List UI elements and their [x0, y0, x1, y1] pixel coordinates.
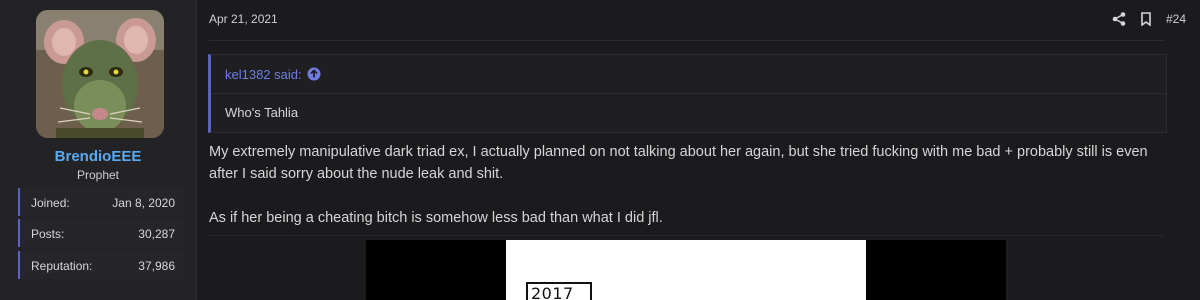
quote-header: kel1382 said: [211, 55, 1166, 94]
post-actions: #24 [1112, 10, 1186, 28]
stat-label: Posts: [31, 227, 65, 241]
post-paragraph: As if her being a cheating bitch is some… [209, 210, 663, 226]
stat-row-reputation: Reputation: 37,986 [18, 251, 185, 279]
forum-post: BrendioEEE Prophet Joined: Jan 8, 2020 P… [0, 0, 1200, 300]
post-date[interactable]: Apr 21, 2021 [209, 12, 278, 26]
quote-text: Who's Tahlia [225, 105, 299, 120]
stat-value: Jan 8, 2020 [112, 196, 175, 210]
quote-block: kel1382 said: Who's Tahlia [208, 54, 1167, 133]
stat-value: 30,287 [138, 227, 175, 241]
comic-panel: 2017 [506, 240, 866, 300]
post-number[interactable]: #24 [1166, 12, 1186, 26]
rat-avatar-icon [36, 10, 164, 138]
user-panel: BrendioEEE Prophet Joined: Jan 8, 2020 P… [0, 0, 197, 300]
stat-label: Reputation: [31, 259, 93, 273]
stat-value: 37,986 [138, 259, 175, 273]
user-title: Prophet [76, 168, 120, 182]
post-paragraph: My extremely manipulative dark triad ex,… [209, 144, 1148, 182]
bookmark-icon[interactable] [1140, 12, 1152, 26]
arrow-up-circle-icon[interactable] [307, 67, 321, 86]
stat-label: Joined: [31, 196, 70, 210]
share-icon[interactable] [1112, 12, 1126, 26]
username[interactable]: BrendioEEE [0, 148, 196, 165]
page-edge [1190, 0, 1200, 300]
comic-year-text: 2017 [531, 284, 574, 300]
embedded-image[interactable]: 2017 [366, 240, 1006, 300]
user-avatar[interactable] [36, 10, 164, 138]
quote-author-link[interactable]: kel1382 said: [225, 67, 302, 82]
stat-row-posts: Posts: 30,287 [18, 219, 185, 247]
header-divider [209, 40, 1164, 41]
body-divider [209, 235, 1164, 236]
stat-row-joined: Joined: Jan 8, 2020 [18, 188, 185, 216]
